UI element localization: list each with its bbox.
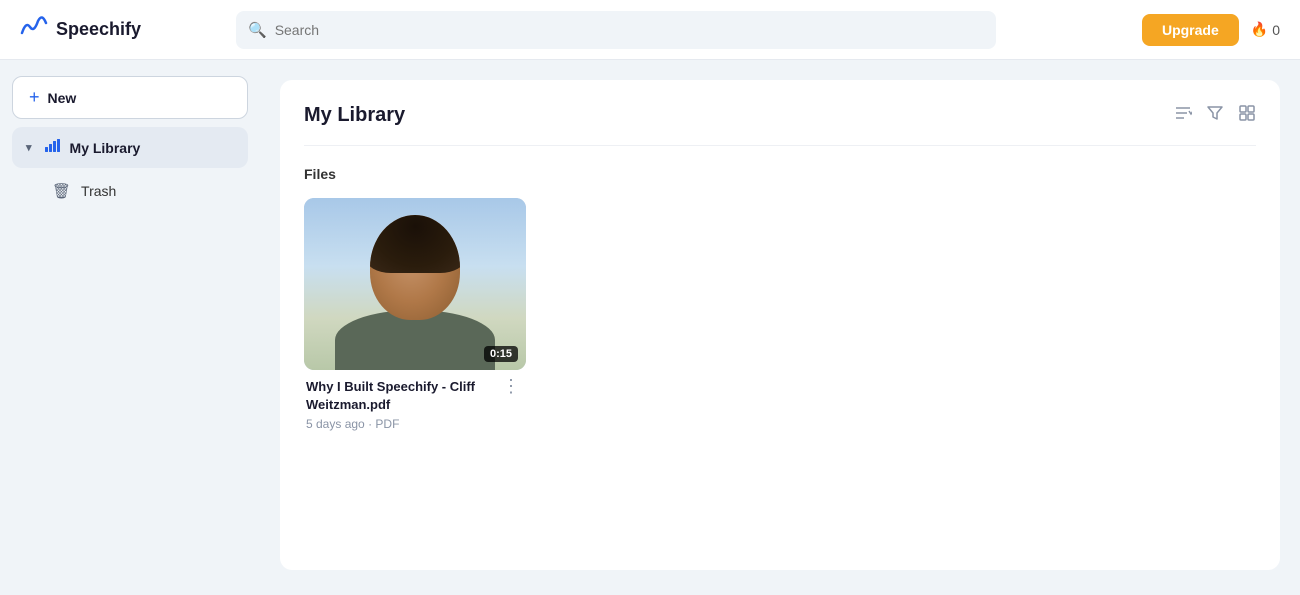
new-label: New (48, 90, 77, 106)
filter-icon[interactable] (1206, 104, 1224, 127)
sidebar-item-label: My Library (70, 140, 141, 156)
logo-text: Speechify (56, 19, 141, 40)
person-head (370, 215, 460, 320)
main-content: My Library (260, 60, 1300, 595)
file-details: Why I Built Speechify - Cliff Weitzman.p… (306, 378, 498, 431)
chevron-down-icon: ▾ (26, 141, 32, 154)
fire-count: 0 (1272, 22, 1280, 38)
sidebar: + New ▾ My Library 🗑 Trash (0, 60, 260, 595)
files-grid: 0:15 Why I Built Speechify - Cliff Weitz… (304, 198, 1256, 431)
file-menu-button[interactable]: ⋮ (498, 376, 524, 397)
file-meta: 5 days ago · PDF (306, 417, 498, 431)
trash-icon: 🗑 (52, 182, 71, 200)
plus-icon: + (29, 87, 40, 108)
sidebar-item-my-library[interactable]: ▾ My Library (12, 127, 248, 168)
file-card[interactable]: 0:15 Why I Built Speechify - Cliff Weitz… (304, 198, 526, 431)
search-input[interactable] (275, 22, 984, 38)
thumbnail-image (304, 198, 526, 370)
library-icon (44, 137, 60, 158)
fire-badge: 🔥 0 (1251, 21, 1280, 38)
search-bar[interactable]: 🔍 (236, 11, 996, 49)
file-name: Why I Built Speechify - Cliff Weitzman.p… (306, 378, 498, 414)
divider (304, 145, 1256, 146)
toolbar-icons (1174, 104, 1256, 127)
duration-badge: 0:15 (484, 346, 518, 362)
files-section-label: Files (304, 166, 1256, 182)
main-header: My Library (304, 104, 1256, 127)
file-info: Why I Built Speechify - Cliff Weitzman.p… (304, 370, 526, 431)
fire-icon: 🔥 (1251, 21, 1268, 38)
page-title: My Library (304, 104, 405, 127)
app-header: Speechify 🔍 Upgrade 🔥 0 (0, 0, 1300, 60)
logo-area: Speechify (20, 15, 220, 45)
new-button[interactable]: + New (12, 76, 248, 119)
person-hair (370, 215, 460, 273)
grid-view-icon[interactable] (1238, 104, 1256, 127)
library-card: My Library (280, 80, 1280, 570)
file-thumbnail: 0:15 (304, 198, 526, 370)
app-body: + New ▾ My Library 🗑 Trash My (0, 60, 1300, 595)
file-type: PDF (375, 417, 399, 431)
logo-icon (20, 15, 48, 45)
header-right: Upgrade 🔥 0 (1142, 14, 1280, 46)
sidebar-item-label: Trash (81, 183, 116, 199)
file-age: 5 days ago (306, 417, 365, 431)
upgrade-button[interactable]: Upgrade (1142, 14, 1239, 46)
search-icon: 🔍 (248, 21, 267, 39)
sort-icon[interactable] (1174, 104, 1192, 127)
sidebar-item-trash[interactable]: 🗑 Trash (12, 172, 248, 210)
